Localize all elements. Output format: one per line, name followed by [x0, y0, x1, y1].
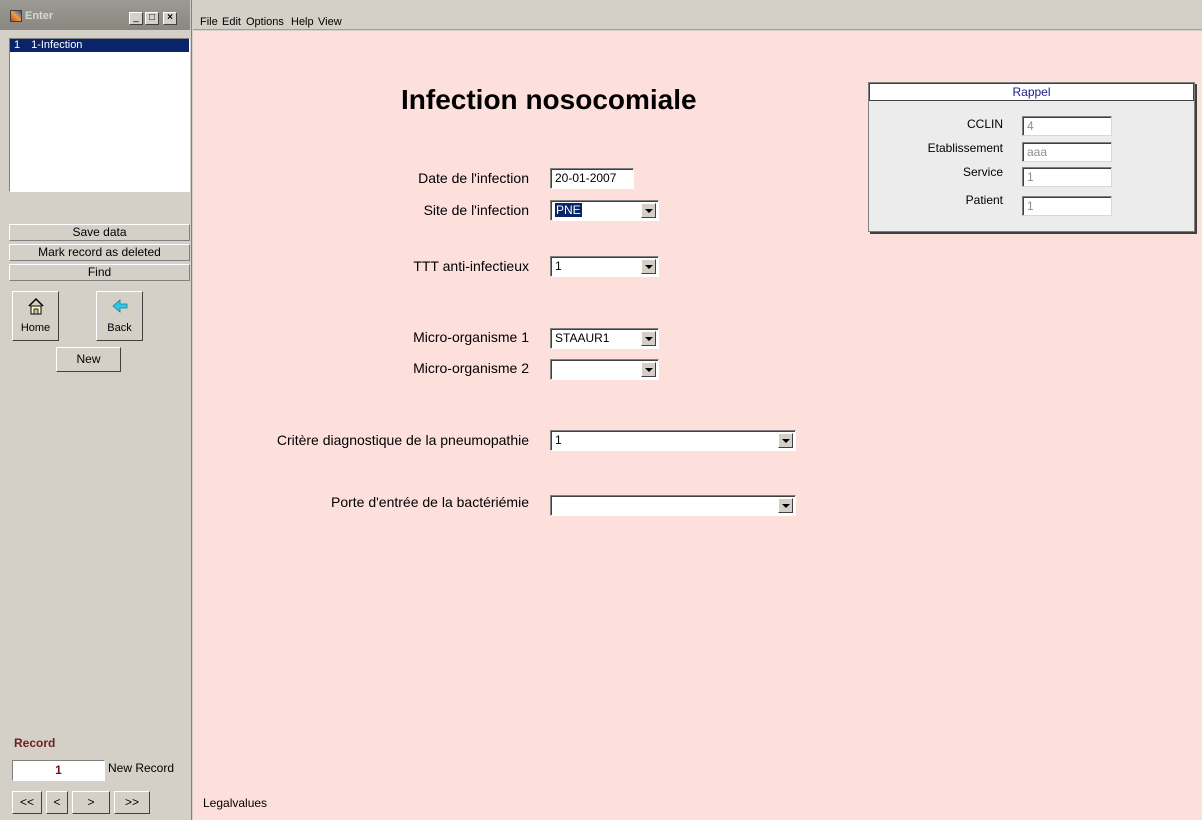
close-button[interactable]: ×	[163, 12, 177, 25]
home-button[interactable]: Home	[12, 291, 59, 341]
new-button[interactable]: New	[56, 347, 121, 372]
menu-file[interactable]: File	[200, 16, 218, 28]
cclin-field: 4	[1022, 116, 1112, 136]
chevron-down-icon[interactable]	[641, 259, 656, 274]
service-field: 1	[1022, 167, 1112, 187]
micro2-dropdown[interactable]	[550, 359, 659, 380]
first-record-button[interactable]: <<	[12, 791, 42, 814]
micro2-label: Micro-organisme 2	[413, 360, 529, 376]
menu-help[interactable]: Help	[291, 16, 314, 28]
critere-value: 1	[555, 433, 562, 447]
chevron-down-icon[interactable]	[641, 203, 656, 218]
micro1-label: Micro-organisme 1	[413, 329, 529, 345]
chevron-down-icon[interactable]	[778, 498, 793, 513]
home-button-label: Home	[20, 322, 51, 334]
etablissement-label: Etablissement	[927, 141, 1003, 155]
etablissement-field: aaa	[1022, 142, 1112, 162]
micro1-dropdown[interactable]: STAAUR1	[550, 328, 659, 349]
critere-label: Critère diagnostique de la pneumopathie	[276, 432, 529, 448]
home-icon	[28, 297, 44, 315]
porte-label: Porte d'entrée de la bactériémie	[330, 494, 529, 510]
app-window: Enter _ □ × 1 1-Infection Save data Mark…	[0, 0, 1202, 820]
record-label: Record	[14, 736, 56, 750]
save-data-button[interactable]: Save data	[9, 224, 190, 241]
list-item-number: 1	[14, 39, 21, 51]
ttt-value: 1	[555, 259, 562, 273]
title-bar[interactable]: Enter _ □ ×	[0, 0, 190, 30]
back-arrow-icon	[112, 299, 128, 313]
rappel-title: Rappel	[869, 83, 1194, 101]
maximize-button[interactable]: □	[145, 12, 159, 25]
porte-dropdown[interactable]	[550, 495, 796, 516]
previous-record-button[interactable]: <	[46, 791, 68, 814]
back-button[interactable]: Back	[96, 291, 143, 341]
date-field[interactable]: 20-01-2007	[550, 168, 634, 189]
menu-edit[interactable]: Edit	[222, 16, 241, 28]
patient-field: 1	[1022, 196, 1112, 216]
site-label: Site de l'infection	[423, 202, 529, 218]
list-item[interactable]: 1 1-Infection	[10, 39, 189, 52]
find-button[interactable]: Find	[9, 264, 190, 281]
menu-options[interactable]: Options	[246, 16, 284, 28]
main-form: Infection nosocomiale Date de l'infectio…	[193, 31, 1202, 820]
record-status: New Record	[108, 761, 175, 775]
menu-view[interactable]: View	[318, 16, 342, 28]
date-label: Date de l'infection	[418, 170, 529, 186]
cclin-label: CCLIN	[966, 117, 1003, 131]
last-record-button[interactable]: >>	[114, 791, 150, 814]
ttt-dropdown[interactable]: 1	[550, 256, 659, 277]
ttt-label: TTT anti-infectieux	[413, 258, 529, 274]
rappel-panel: Rappel CCLIN 4 Etablissement aaa Service…	[868, 82, 1195, 232]
record-list[interactable]: 1 1-Infection	[9, 38, 190, 192]
chevron-down-icon[interactable]	[778, 433, 793, 448]
site-value: PNE	[555, 203, 582, 217]
mark-deleted-button[interactable]: Mark record as deleted	[9, 244, 190, 261]
chevron-down-icon[interactable]	[641, 362, 656, 377]
list-item-label: 1-Infection	[31, 39, 83, 51]
critere-dropdown[interactable]: 1	[550, 430, 796, 451]
patient-label: Patient	[965, 193, 1003, 207]
left-panel: Enter _ □ × 1 1-Infection Save data Mark…	[0, 0, 192, 820]
minimize-button[interactable]: _	[129, 12, 143, 25]
service-label: Service	[962, 165, 1003, 179]
window-title: Enter	[25, 10, 54, 22]
next-record-button[interactable]: >	[72, 791, 110, 814]
menu-bar: File Edit Options Help View	[193, 0, 1202, 30]
form-title: Infection nosocomiale	[401, 84, 697, 115]
record-number-field[interactable]: 1	[12, 760, 105, 781]
status-text: Legalvalues	[203, 796, 268, 810]
micro1-value: STAAUR1	[555, 331, 610, 345]
site-dropdown[interactable]: PNE	[550, 200, 659, 221]
back-button-label: Back	[107, 322, 132, 334]
chevron-down-icon[interactable]	[641, 331, 656, 346]
app-icon	[10, 10, 22, 22]
